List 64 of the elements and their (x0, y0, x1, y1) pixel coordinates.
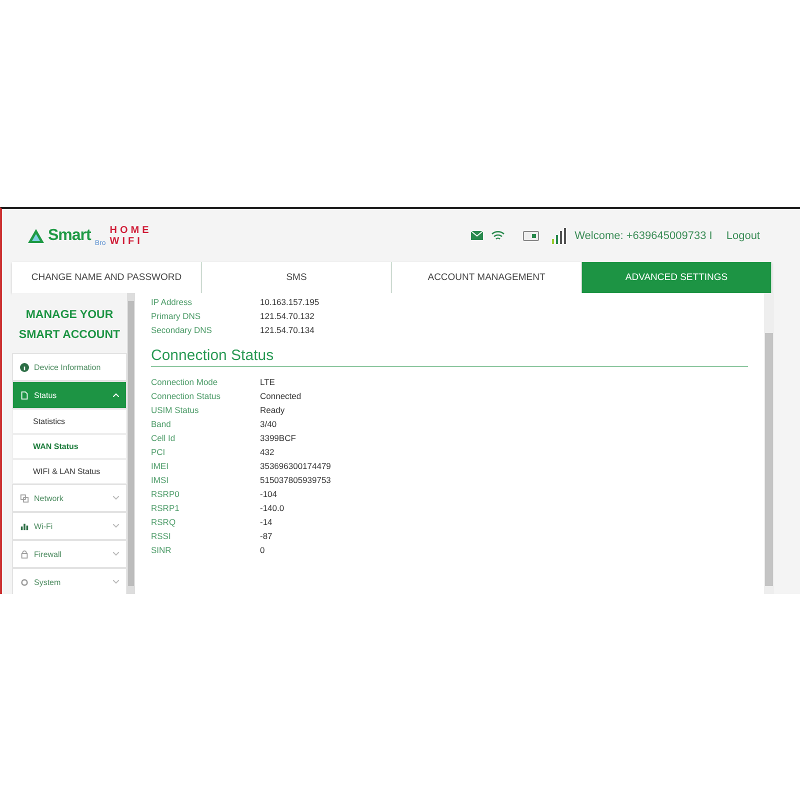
mail-icon[interactable] (470, 231, 483, 240)
field-value: LTE (260, 377, 275, 387)
field-value: -14 (260, 517, 272, 527)
field-value: -87 (260, 531, 272, 541)
field-label: Connection Status (151, 391, 222, 401)
sidebar-subitem[interactable]: WAN Status (12, 434, 127, 459)
field-label: Band (151, 419, 172, 429)
field-value: 121.54.70.132 (260, 311, 314, 321)
sidebar-item[interactable]: System (12, 568, 127, 594)
nav-tab[interactable]: SMS (202, 262, 392, 293)
nav-tab[interactable]: CHANGE NAME AND PASSWORD (12, 262, 202, 293)
field-label: Secondary DNS (151, 325, 213, 335)
field-label: USIM Status (151, 405, 200, 415)
field-value: 121.54.70.134 (260, 325, 314, 335)
bar-chart-icon (20, 522, 29, 530)
field-value: 3/40 (260, 419, 277, 429)
logo-text: HOME (110, 224, 152, 236)
sidebar-item[interactable]: Wi-Fi (12, 512, 127, 540)
field-label: IMEI (151, 461, 170, 471)
document-icon (20, 390, 29, 400)
field-label: IP Address (151, 297, 193, 307)
sidebar-subitem[interactable]: Statistics (12, 409, 127, 434)
logo-text: Smart (48, 226, 91, 244)
signal-icon (550, 228, 567, 244)
field-label: SINR (151, 545, 172, 555)
scrollbar[interactable] (127, 293, 135, 594)
lock-icon (20, 550, 29, 558)
field-value: 10.163.157.195 (260, 297, 320, 307)
nav-tab[interactable]: ADVANCED SETTINGS (582, 262, 772, 293)
field-value: -140.0 (260, 503, 284, 513)
sidebar-item[interactable]: Network (12, 484, 127, 512)
info-icon (20, 362, 29, 372)
field-value: 3399BCF (260, 433, 296, 443)
field-label: RSRQ (151, 517, 177, 527)
sidebar-item[interactable]: Firewall (12, 540, 127, 568)
field-value: Connected (260, 391, 302, 401)
field-value: 432 (260, 447, 274, 457)
sim-card-icon[interactable] (522, 230, 539, 240)
welcome-text: Welcome: +639645009733 I (574, 230, 712, 242)
field-value: 0 (260, 545, 265, 555)
sidebar-item[interactable]: Status (12, 381, 127, 409)
wifi-icon[interactable] (490, 230, 505, 241)
logo-icon (28, 228, 44, 242)
scrollbar[interactable] (764, 293, 774, 594)
field-value: 515037805939753 (260, 475, 331, 485)
field-label: Cell Id (151, 433, 176, 443)
field-label: Primary DNS (151, 311, 202, 321)
field-label: PCI (151, 447, 166, 457)
field-value: 353696300174479 (260, 461, 331, 471)
logo-text: WIFI (110, 236, 144, 246)
field-label: Connection Mode (151, 377, 219, 387)
sidebar-item[interactable]: Device Information (12, 353, 127, 381)
logout-link[interactable]: Logout (726, 230, 760, 242)
field-label: RSRP1 (151, 503, 180, 513)
nav-tab[interactable]: ACCOUNT MANAGEMENT (392, 262, 582, 293)
field-label: RSRP0 (151, 489, 180, 499)
sidebar-title: MANAGE YOUR SMART ACCOUNT (18, 308, 122, 343)
section-heading: Connection Status (151, 347, 748, 367)
sidebar-subitem[interactable]: WIFI & LAN Status (12, 459, 127, 484)
network-icon (20, 494, 29, 502)
field-label: IMSI (151, 475, 170, 485)
field-value: -104 (260, 489, 278, 499)
field-value: Ready (260, 405, 285, 415)
field-label: RSSI (151, 531, 172, 541)
